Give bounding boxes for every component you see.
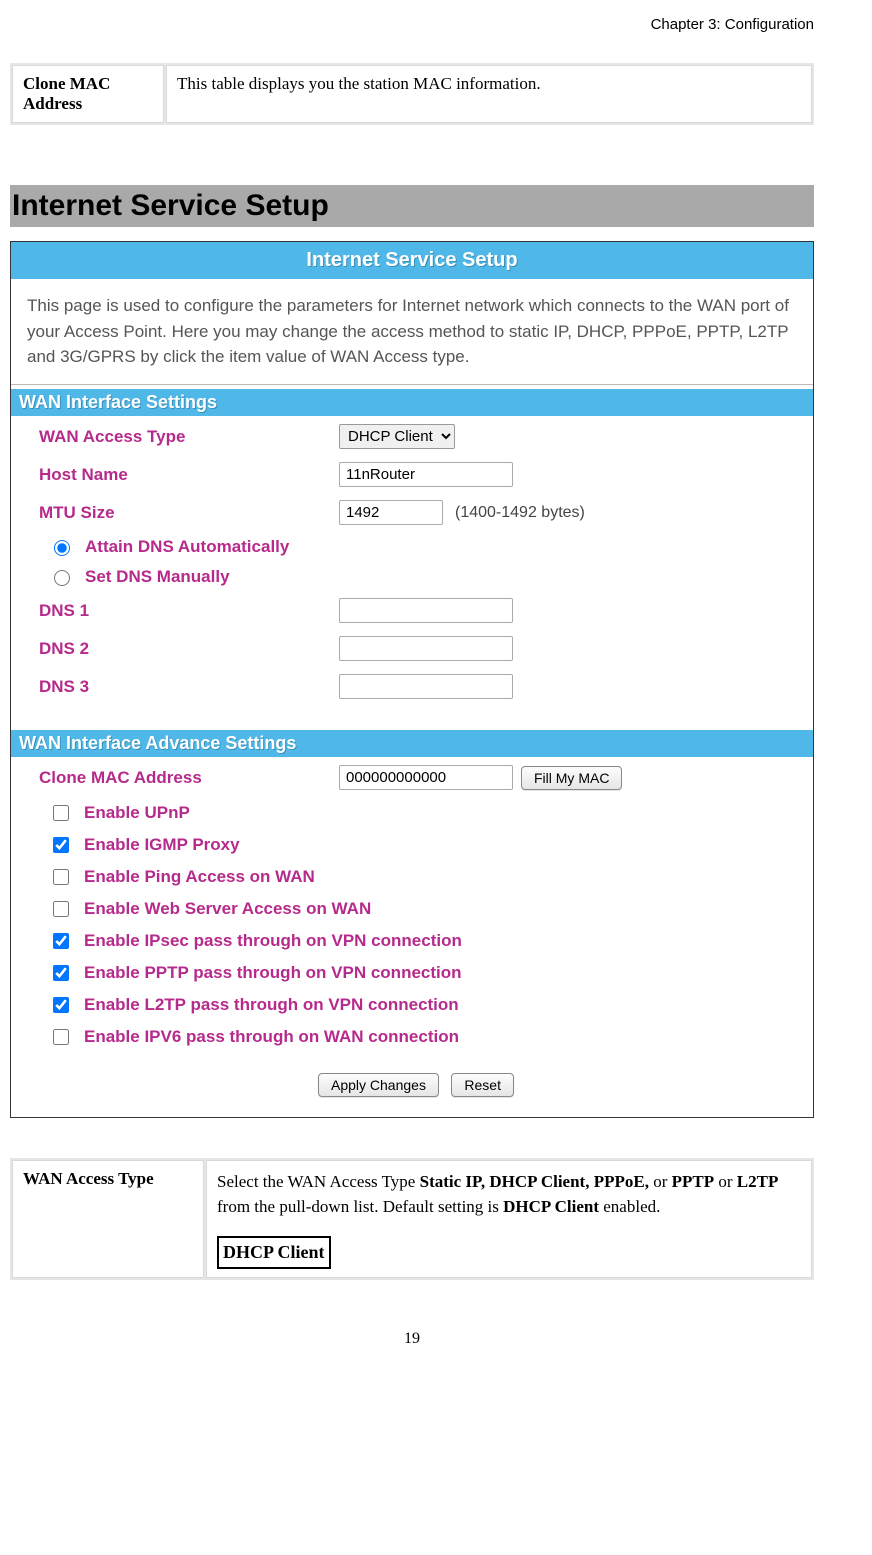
ping-checkbox[interactable] <box>53 869 69 885</box>
igmp-checkbox[interactable] <box>53 837 69 853</box>
l2tp-checkbox[interactable] <box>53 997 69 1013</box>
upnp-label: Enable UPnP <box>84 803 190 823</box>
dns1-row: DNS 1 <box>11 592 813 630</box>
mtu-size-input[interactable] <box>339 500 443 525</box>
upnp-row: Enable UPnP <box>11 797 813 829</box>
clone-mac-input[interactable] <box>339 765 513 790</box>
ipv6-row: Enable IPV6 pass through on WAN connecti… <box>11 1021 813 1053</box>
wan-access-type-row: WAN Access Type DHCP Client <box>11 418 813 456</box>
dhcp-client-box: DHCP Client <box>217 1236 331 1269</box>
dns2-row: DNS 2 <box>11 630 813 668</box>
clone-mac-def-table: Clone MAC Address This table displays yo… <box>10 63 814 125</box>
pptp-row: Enable PPTP pass through on VPN connecti… <box>11 957 813 989</box>
clone-mac-label: Clone MAC Address <box>12 65 164 123</box>
dns-manual-label: Set DNS Manually <box>85 567 230 587</box>
screenshot-title: Internet Service Setup <box>11 242 813 279</box>
wan-access-def-label: WAN Access Type <box>12 1160 204 1278</box>
dns1-input[interactable] <box>339 598 513 623</box>
mtu-size-row: MTU Size (1400-1492 bytes) <box>11 494 813 532</box>
desc-text: or <box>649 1172 672 1191</box>
clone-mac-row: Clone MAC Address Fill My MAC <box>11 759 813 797</box>
webserver-label: Enable Web Server Access on WAN <box>84 899 371 919</box>
l2tp-label: Enable L2TP pass through on VPN connecti… <box>84 995 459 1015</box>
webserver-row: Enable Web Server Access on WAN <box>11 893 813 925</box>
desc-bold: L2TP <box>737 1172 779 1191</box>
pptp-label: Enable PPTP pass through on VPN connecti… <box>84 963 462 983</box>
desc-bold: PPTP <box>672 1172 715 1191</box>
clone-mac-desc: This table displays you the station MAC … <box>166 65 812 123</box>
dns3-label: DNS 3 <box>39 677 339 697</box>
ipsec-label: Enable IPsec pass through on VPN connect… <box>84 931 462 951</box>
ipsec-checkbox[interactable] <box>53 933 69 949</box>
igmp-label: Enable IGMP Proxy <box>84 835 240 855</box>
wan-advance-header: WAN Interface Advance Settings <box>11 730 813 757</box>
button-row: Apply Changes Reset <box>11 1053 813 1097</box>
desc-text: or <box>714 1172 737 1191</box>
apply-button[interactable]: Apply Changes <box>318 1073 439 1097</box>
page-number: 19 <box>10 1330 814 1348</box>
dns2-label: DNS 2 <box>39 639 339 659</box>
wan-access-def-table: WAN Access Type Select the WAN Access Ty… <box>10 1158 814 1280</box>
ipv6-label: Enable IPV6 pass through on WAN connecti… <box>84 1027 459 1047</box>
clone-mac-field-label: Clone MAC Address <box>39 768 339 788</box>
wan-access-type-label: WAN Access Type <box>39 427 339 447</box>
dns-auto-radio[interactable] <box>54 540 70 556</box>
host-name-input[interactable] <box>339 462 513 487</box>
dns-auto-label: Attain DNS Automatically <box>85 537 289 557</box>
host-name-row: Host Name <box>11 456 813 494</box>
desc-bold: Static IP, DHCP Client, PPPoE, <box>420 1172 649 1191</box>
desc-text: enabled. <box>599 1197 660 1216</box>
reset-button[interactable]: Reset <box>451 1073 514 1097</box>
wan-settings-header: WAN Interface Settings <box>11 389 813 416</box>
ipsec-row: Enable IPsec pass through on VPN connect… <box>11 925 813 957</box>
dns3-input[interactable] <box>339 674 513 699</box>
host-name-label: Host Name <box>39 465 339 485</box>
desc-text: from the pull-down list. Default setting… <box>217 1197 503 1216</box>
dns-manual-row: Set DNS Manually <box>11 562 813 592</box>
mtu-hint: (1400-1492 bytes) <box>455 504 585 522</box>
wan-access-def-desc: Select the WAN Access Type Static IP, DH… <box>206 1160 812 1278</box>
igmp-row: Enable IGMP Proxy <box>11 829 813 861</box>
ping-label: Enable Ping Access on WAN <box>84 867 315 887</box>
section-heading: Internet Service Setup <box>10 185 814 227</box>
webserver-checkbox[interactable] <box>53 901 69 917</box>
desc-bold: DHCP Client <box>503 1197 599 1216</box>
dns3-row: DNS 3 <box>11 668 813 706</box>
fill-my-mac-button[interactable]: Fill My MAC <box>521 766 622 790</box>
screenshot-description: This page is used to configure the param… <box>11 279 813 385</box>
l2tp-row: Enable L2TP pass through on VPN connecti… <box>11 989 813 1021</box>
mtu-size-label: MTU Size <box>39 503 339 523</box>
wan-access-type-select[interactable]: DHCP Client <box>339 424 455 449</box>
desc-text: Select the WAN Access Type <box>217 1172 420 1191</box>
dns-manual-radio[interactable] <box>54 570 70 586</box>
dns1-label: DNS 1 <box>39 601 339 621</box>
screenshot-frame: Internet Service Setup This page is used… <box>10 241 814 1118</box>
ping-row: Enable Ping Access on WAN <box>11 861 813 893</box>
chapter-header: Chapter 3: Configuration <box>10 16 814 33</box>
dns2-input[interactable] <box>339 636 513 661</box>
pptp-checkbox[interactable] <box>53 965 69 981</box>
dns-auto-row: Attain DNS Automatically <box>11 532 813 562</box>
ipv6-checkbox[interactable] <box>53 1029 69 1045</box>
upnp-checkbox[interactable] <box>53 805 69 821</box>
